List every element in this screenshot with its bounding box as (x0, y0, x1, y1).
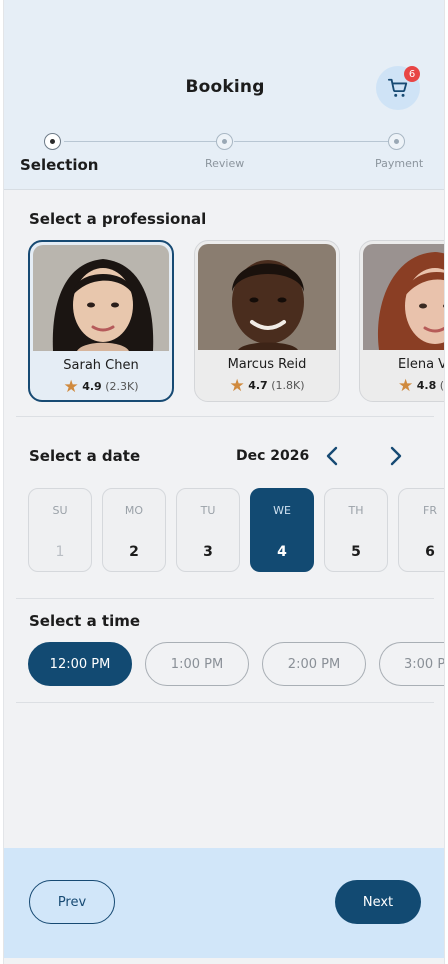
professional-rating: ★ 4.8 (9 (398, 376, 445, 396)
review-count: (2.3K) (105, 380, 139, 393)
professional-photo (198, 244, 336, 350)
prev-button[interactable]: Prev (29, 880, 115, 924)
professional-carousel: Sarah Chen ★ 4.9 (2.3K) Marcus Reid ★ 4.… (28, 240, 445, 405)
next-button[interactable]: Next (335, 880, 421, 924)
day-cell[interactable]: TH 5 (324, 488, 388, 572)
day-cell-selected[interactable]: WE 4 (250, 488, 314, 572)
review-count: (1.8K) (271, 379, 305, 392)
app-frame: Booking 6 Selection Review Payment Selec… (3, 0, 445, 964)
professional-rating: ★ 4.9 (2.3K) (30, 377, 172, 397)
time-slot[interactable]: 3:00 P (379, 642, 444, 686)
section-divider (16, 702, 434, 703)
rating-score: 4.8 (416, 379, 437, 392)
day-cell[interactable]: TU 3 (176, 488, 240, 572)
rating-score: 4.9 (82, 380, 102, 393)
chevron-left-icon (326, 446, 338, 466)
header: Booking 6 Selection Review Payment (4, 0, 444, 190)
day-name: TU (200, 504, 216, 517)
next-month-button[interactable] (384, 444, 408, 468)
professional-name: Marcus Reid (227, 357, 307, 372)
step-label-review: Review (205, 157, 245, 170)
star-icon: ★ (229, 376, 245, 396)
professional-photo (363, 244, 444, 350)
day-number: 4 (277, 544, 287, 560)
time-slot[interactable]: 1:00 PM (145, 642, 249, 686)
section-divider (16, 416, 434, 417)
step-dot-payment (388, 133, 405, 150)
day-cell[interactable]: FR 6 (398, 488, 444, 572)
day-number: 3 (203, 544, 213, 560)
day-name: WE (273, 504, 291, 517)
professional-card-elena[interactable]: Elena Vo ★ 4.8 (9 (359, 240, 445, 402)
day-cell[interactable]: SU 1 (28, 488, 92, 572)
review-count: (9 (439, 379, 445, 392)
cart-icon (387, 78, 408, 97)
star-icon: ★ (398, 376, 414, 396)
day-number: 5 (351, 544, 361, 560)
day-number: 2 (129, 544, 139, 560)
day-name: TH (348, 504, 364, 517)
month-label: Dec 2026 (236, 448, 310, 464)
rating-score: 4.7 (248, 379, 268, 392)
progress-stepper: Selection Review Payment (4, 130, 444, 180)
step-label-selection: Selection (20, 156, 99, 174)
cart-button[interactable]: 6 (376, 66, 420, 110)
day-number: 6 (425, 544, 435, 560)
step-connector (64, 141, 217, 142)
section-divider (16, 598, 434, 599)
step-dot-review (216, 133, 233, 150)
time-slot[interactable]: 2:00 PM (262, 642, 366, 686)
professional-name: Sarah Chen (63, 358, 139, 373)
prev-month-button[interactable] (320, 444, 344, 468)
professional-card-sarah-chen[interactable]: Sarah Chen ★ 4.9 (2.3K) (28, 240, 174, 402)
professional-card-marcus-reid[interactable]: Marcus Reid ★ 4.7 (1.8K) (194, 240, 340, 402)
date-picker: SU 1 MO 2 TU 3 WE 4 TH 5 FR 6 (28, 488, 444, 574)
step-dot-selection (44, 133, 61, 150)
step-connector (234, 141, 388, 142)
professional-name: Elena Vo (398, 357, 444, 372)
day-cell[interactable]: MO 2 (102, 488, 166, 572)
day-name: SU (52, 504, 68, 517)
time-slot-selected[interactable]: 12:00 PM (28, 642, 132, 686)
chevron-right-icon (390, 446, 402, 466)
star-icon: ★ (63, 377, 79, 397)
day-name: MO (124, 504, 144, 517)
day-name: FR (423, 504, 437, 517)
time-section-title: Select a time (29, 612, 141, 630)
professional-photo (33, 245, 169, 351)
date-section-title: Select a date (29, 447, 141, 465)
step-label-payment: Payment (375, 157, 424, 170)
day-number: 1 (55, 544, 65, 560)
footer-bar: Prev Next (4, 848, 444, 958)
time-slot-list: 12:00 PM 1:00 PM 2:00 PM 3:00 P (28, 642, 444, 688)
cart-badge: 6 (404, 66, 420, 82)
professional-section-title: Select a professional (29, 210, 207, 228)
professional-rating: ★ 4.7 (1.8K) (195, 376, 339, 396)
